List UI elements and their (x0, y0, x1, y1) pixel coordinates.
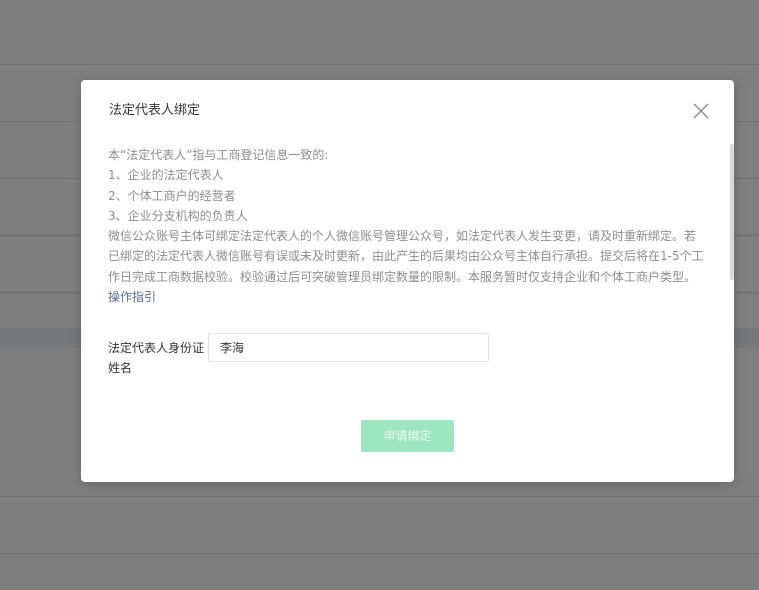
description-paragraph: 微信公众账号主体可绑定法定代表人的个人微信账号管理公众号，如法定代表人发生变更，… (108, 229, 704, 284)
description-line: 3、企业分支机构的负责人 (108, 208, 248, 223)
legal-rep-binding-dialog: 法定代表人绑定 本“法定代表人”指与工商登记信息一致的: 1、企业的法定代表人 … (81, 80, 734, 482)
close-icon (692, 102, 710, 120)
dialog-title: 法定代表人绑定 (109, 103, 201, 118)
close-button[interactable] (692, 102, 710, 120)
description-line: 本“法定代表人”指与工商登记信息一致的: (108, 148, 329, 162)
page-background: 法定代表人绑定 本“法定代表人”指与工商登记信息一致的: 1、企业的法定代表人 … (0, 0, 759, 590)
guide-link[interactable]: 操作指引 (108, 290, 156, 304)
apply-binding-button[interactable]: 申请绑定 (361, 420, 454, 452)
name-input[interactable] (208, 333, 489, 362)
description-line: 2、个体工商户的经营者 (108, 188, 236, 203)
name-field-label: 法定代表人身份证姓名 (108, 341, 205, 375)
dialog-scrollbar[interactable] (730, 144, 734, 280)
description-paragraph-wrap: 微信公众账号主体可绑定法定代表人的个人微信账号管理公众号，如法定代表人发生变更，… (108, 226, 706, 307)
description-line: 1、企业的法定代表人 (108, 168, 224, 183)
dialog-description: 本“法定代表人”指与工商登记信息一致的: 1、企业的法定代表人 2、个体工商户的… (108, 145, 706, 307)
